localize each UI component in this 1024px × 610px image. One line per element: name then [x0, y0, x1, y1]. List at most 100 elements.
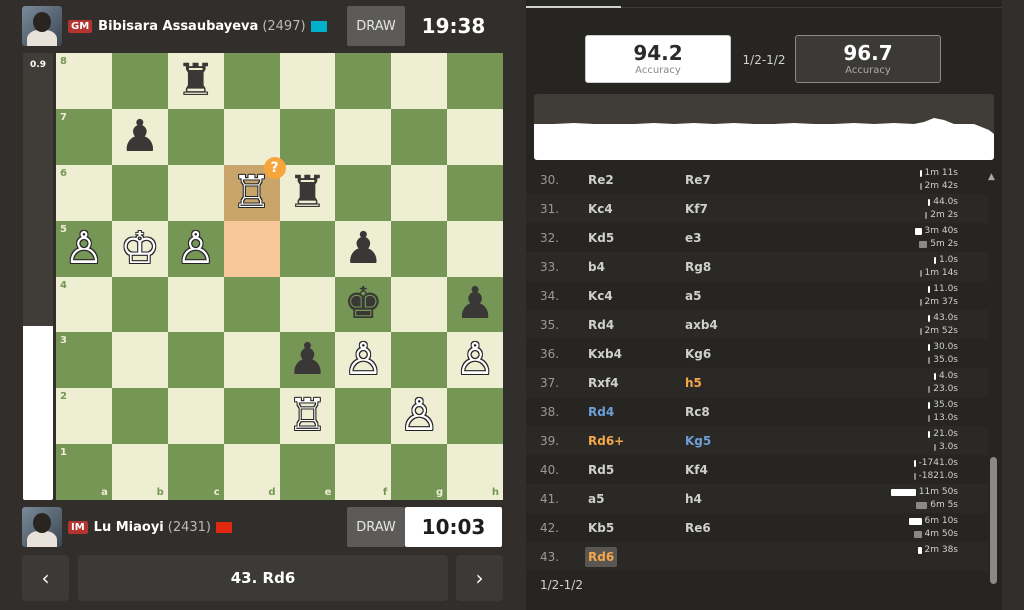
square-f4[interactable]: ♚ — [335, 276, 392, 333]
black-move[interactable]: Rc8 — [685, 405, 710, 419]
square-a8[interactable]: 8 — [56, 53, 112, 109]
square-a6[interactable]: 6 — [56, 164, 112, 221]
square-d6[interactable]: ♖? — [223, 156, 286, 221]
bottom-draw-button[interactable]: DRAW — [347, 507, 405, 547]
square-h4[interactable]: ♟ — [447, 276, 503, 333]
white-move[interactable]: Kd5 — [588, 231, 614, 245]
square-c5[interactable]: ♙ — [167, 220, 224, 277]
square-b3[interactable] — [111, 332, 168, 389]
black-move[interactable]: Kg6 — [685, 347, 711, 361]
square-a5[interactable]: 5 ♙ — [56, 220, 112, 277]
previous-move-button[interactable]: ‹ — [22, 555, 69, 601]
black-move[interactable]: e3 — [685, 231, 702, 245]
black-move[interactable]: Kg5 — [685, 434, 711, 448]
square-f2[interactable] — [335, 388, 392, 445]
square-h7[interactable] — [447, 108, 503, 165]
black-move[interactable]: Rg8 — [685, 260, 711, 274]
square-e7[interactable] — [279, 108, 336, 165]
square-g2[interactable]: ♙ — [391, 388, 448, 445]
square-g8[interactable] — [391, 53, 448, 109]
square-b4[interactable] — [111, 276, 168, 333]
square-h6[interactable] — [447, 164, 503, 221]
square-e6[interactable]: ♜ — [279, 164, 336, 221]
square-c6[interactable] — [167, 164, 224, 221]
square-c8[interactable]: ♜ — [167, 53, 224, 109]
black-move[interactable]: Re7 — [685, 173, 711, 187]
square-d2[interactable] — [223, 388, 280, 445]
white-move[interactable]: Re2 — [588, 173, 614, 187]
top-player-name[interactable]: Bibisara Assaubayeva — [98, 19, 258, 34]
square-c7[interactable] — [167, 108, 224, 165]
square-d7[interactable] — [223, 108, 280, 165]
current-move-display[interactable]: 43. Rd6 — [78, 555, 448, 601]
top-draw-button[interactable]: DRAW — [347, 6, 405, 46]
black-move[interactable]: Kf7 — [685, 202, 708, 216]
square-b5[interactable]: ♔ — [111, 220, 168, 277]
black-king-icon[interactable]: ♚ — [344, 282, 383, 326]
square-c2[interactable] — [167, 388, 224, 445]
square-h8[interactable] — [447, 53, 503, 109]
white-move[interactable]: Rd6 — [585, 546, 618, 567]
square-e1[interactable]: e — [279, 444, 336, 500]
square-h3[interactable]: ♙ — [447, 332, 503, 389]
square-f3[interactable]: ♙ — [335, 332, 392, 389]
black-move[interactable]: Kf4 — [685, 463, 708, 477]
white-move[interactable]: Rd6+ — [588, 434, 624, 448]
square-f7[interactable] — [335, 108, 392, 165]
white-move[interactable]: a5 — [588, 492, 604, 506]
white-move[interactable]: Kb5 — [588, 521, 614, 535]
white-move[interactable]: Rd4 — [588, 405, 614, 419]
next-move-button[interactable]: › — [456, 555, 503, 601]
square-e8[interactable] — [279, 53, 336, 109]
top-player-avatar[interactable] — [22, 6, 62, 46]
square-c3[interactable] — [167, 332, 224, 389]
square-h2[interactable] — [447, 388, 503, 445]
white-pawn-icon[interactable]: ♙ — [455, 338, 494, 382]
black-pawn-icon[interactable]: ♟ — [455, 282, 494, 326]
square-g6[interactable] — [391, 164, 448, 221]
white-pawn-icon[interactable]: ♙ — [399, 394, 438, 438]
square-d8[interactable] — [223, 53, 280, 109]
square-b8[interactable] — [111, 53, 168, 109]
black-move[interactable]: axb4 — [685, 318, 718, 332]
square-e3[interactable]: ♟ — [279, 332, 336, 389]
square-b6[interactable] — [111, 164, 168, 221]
black-move[interactable]: Re6 — [685, 521, 711, 535]
square-e2[interactable]: ♖ — [279, 388, 336, 445]
white-move[interactable]: Rd4 — [588, 318, 614, 332]
white-move[interactable]: Kxb4 — [588, 347, 622, 361]
square-f6[interactable] — [335, 164, 392, 221]
black-rook-icon[interactable]: ♜ — [288, 170, 327, 215]
square-g4[interactable] — [391, 276, 448, 333]
white-move[interactable]: Kc4 — [588, 289, 613, 303]
black-rook-icon[interactable]: ♜ — [176, 58, 215, 103]
square-a7[interactable]: 7 — [56, 108, 112, 165]
active-tab-indicator[interactable] — [526, 6, 621, 8]
black-pawn-icon[interactable]: ♟ — [120, 114, 159, 159]
white-pawn-icon[interactable]: ♙ — [176, 226, 215, 271]
white-move[interactable]: Rxf4 — [588, 376, 619, 390]
bottom-player-name[interactable]: Lu Miaoyi — [94, 520, 164, 535]
square-a1[interactable]: 1a — [56, 444, 112, 500]
square-h1[interactable]: h — [447, 444, 503, 500]
chess-board[interactable]: 8 ♜ 7 ♟ 6 ♖? ♜ 5 ♙ ♔ ♙ ♟ 4 ♚ ♟ 3 ♟ ♙ ♙ 2 ♖ ♙ 1 a b c d e f g h — [56, 53, 503, 500]
square-c4[interactable] — [167, 276, 224, 333]
square-f1[interactable]: f — [335, 444, 392, 500]
bottom-player-avatar[interactable] — [22, 507, 62, 547]
white-pawn-icon[interactable]: ♙ — [344, 338, 383, 382]
black-pawn-icon[interactable]: ♟ — [344, 226, 383, 271]
square-g7[interactable] — [391, 108, 448, 165]
square-e4[interactable] — [279, 276, 336, 333]
white-rook-icon[interactable]: ♖ — [288, 394, 327, 438]
square-b7[interactable]: ♟ — [111, 108, 168, 165]
black-pawn-icon[interactable]: ♟ — [288, 338, 327, 382]
square-h5[interactable] — [447, 220, 503, 277]
square-a4[interactable]: 4 — [56, 276, 112, 333]
square-e5[interactable] — [279, 220, 336, 277]
move-list-scrollbar[interactable]: ▲ — [988, 172, 998, 584]
square-f5[interactable]: ♟ — [335, 220, 392, 277]
black-move[interactable]: a5 — [685, 289, 701, 303]
white-move[interactable]: Rd5 — [588, 463, 614, 477]
black-move[interactable]: h4 — [685, 492, 702, 506]
square-a3[interactable]: 3 — [56, 332, 112, 389]
